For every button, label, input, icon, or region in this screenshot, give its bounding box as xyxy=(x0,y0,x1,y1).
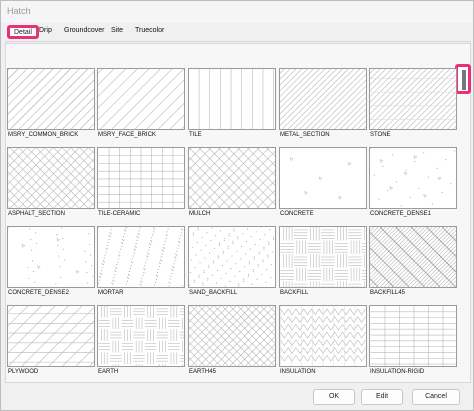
hatch-pattern-preview[interactable] xyxy=(7,305,95,367)
cancel-button[interactable]: Cancel xyxy=(412,389,460,405)
hatch-pattern-name: INSULATION-RIGID xyxy=(370,369,425,375)
tab-drip[interactable]: Drip xyxy=(39,27,52,34)
hatch-pattern-item[interactable]: SAND_BACKFILL xyxy=(188,226,276,296)
hatch-pattern-name: STONE xyxy=(370,132,391,138)
hatch-pattern-item[interactable]: BACKFILL45 xyxy=(369,226,457,296)
hatch-pattern-name: BACKFILL xyxy=(280,290,309,296)
hatch-pattern-item[interactable]: MULCH xyxy=(188,147,276,217)
hatch-pattern-name: MSRY_FACE_BRICK xyxy=(98,132,156,138)
hatch-pattern-name: EARTH45 xyxy=(189,369,216,375)
hatch-pattern-item[interactable]: BACKFILL xyxy=(279,226,367,296)
tab-groundcover[interactable]: Groundcover xyxy=(64,27,104,34)
hatch-pattern-preview[interactable] xyxy=(97,226,185,288)
hatch-pattern-item[interactable]: METAL_SECTION xyxy=(279,68,367,138)
hatch-pattern-preview[interactable] xyxy=(7,147,95,209)
hatch-pattern-name: BACKFILL45 xyxy=(370,290,406,296)
edit-button[interactable]: Edit xyxy=(361,389,403,405)
hatch-pattern-name: INSULATION xyxy=(280,369,316,375)
hatch-pattern-item[interactable]: CONCRETE_DENSE1 xyxy=(369,147,457,217)
hatch-pattern-preview[interactable] xyxy=(188,305,276,367)
hatch-pattern-preview[interactable] xyxy=(369,68,457,130)
hatch-pattern-preview[interactable] xyxy=(279,68,367,130)
hatch-pattern-item[interactable]: PLYWOOD xyxy=(7,305,95,375)
hatch-dialog: Hatch Detail Drip Groundcover Site Truec… xyxy=(0,0,474,411)
tab-site[interactable]: Site xyxy=(111,27,123,34)
hatch-pattern-preview[interactable] xyxy=(369,305,457,367)
hatch-pattern-item[interactable]: EARTH45 xyxy=(188,305,276,375)
hatch-pattern-name: ASPHALT_SECTION xyxy=(8,211,65,217)
hatch-pattern-item[interactable]: INSULATION-RIGID xyxy=(369,305,457,375)
hatch-pattern-item[interactable]: TILE xyxy=(188,68,276,138)
hatch-pattern-preview[interactable] xyxy=(369,147,457,209)
hatch-pattern-name: CONCRETE_DENSE2 xyxy=(8,290,70,296)
hatch-pattern-item[interactable]: CONCRETE xyxy=(279,147,367,217)
hatch-pattern-preview[interactable] xyxy=(188,226,276,288)
hatch-pattern-name: PLYWOOD xyxy=(8,369,39,375)
hatch-pattern-item[interactable]: STONE xyxy=(369,68,457,138)
window-title: Hatch xyxy=(7,6,31,16)
hatch-pattern-preview[interactable] xyxy=(7,68,95,130)
tab-truecolor[interactable]: Truecolor xyxy=(135,27,164,34)
title-bar: Hatch xyxy=(1,1,473,23)
hatch-pattern-preview[interactable] xyxy=(97,147,185,209)
hatch-pattern-item[interactable]: INSULATION xyxy=(279,305,367,375)
hatch-pattern-preview[interactable] xyxy=(188,147,276,209)
hatch-pattern-name: METAL_SECTION xyxy=(280,132,330,138)
hatch-pattern-preview[interactable] xyxy=(279,147,367,209)
hatch-pattern-preview[interactable] xyxy=(97,305,185,367)
hatch-pattern-name: SAND_BACKFILL xyxy=(189,290,238,296)
hatch-pattern-name: TILE xyxy=(189,132,202,138)
hatch-pattern-preview[interactable] xyxy=(279,226,367,288)
hatch-pattern-item[interactable]: MORTAR xyxy=(97,226,185,296)
hatch-pattern-name: MSRY_COMMON_BRICK xyxy=(8,132,79,138)
hatch-pattern-preview[interactable] xyxy=(369,226,457,288)
tab-detail[interactable]: Detail xyxy=(7,25,39,39)
hatch-pattern-name: TILE-CERAMIC xyxy=(98,211,141,217)
tab-bar: Detail Drip Groundcover Site Truecolor xyxy=(5,25,471,42)
hatch-pattern-preview[interactable] xyxy=(7,226,95,288)
hatch-pattern-preview[interactable] xyxy=(279,305,367,367)
hatch-pattern-preview[interactable] xyxy=(188,68,276,130)
hatch-pattern-name: EARTH xyxy=(98,369,119,375)
tab-detail-label: Detail xyxy=(14,29,32,36)
hatch-pattern-item[interactable]: TILE-CERAMIC xyxy=(97,147,185,217)
hatch-pattern-name: CONCRETE xyxy=(280,211,314,217)
hatch-pattern-item[interactable]: EARTH xyxy=(97,305,185,375)
hatch-pattern-item[interactable]: MSRY_FACE_BRICK xyxy=(97,68,185,138)
ok-button[interactable]: OK xyxy=(313,389,355,405)
scrollbar-thumb[interactable] xyxy=(455,64,471,94)
hatch-pattern-item[interactable]: CONCRETE_DENSE2 xyxy=(7,226,95,296)
hatch-pattern-name: MULCH xyxy=(189,211,211,217)
hatch-pattern-item[interactable]: MSRY_COMMON_BRICK xyxy=(7,68,95,138)
hatch-pattern-item[interactable]: ASPHALT_SECTION xyxy=(7,147,95,217)
hatch-pattern-name: CONCRETE_DENSE1 xyxy=(370,211,432,217)
hatch-pattern-name: MORTAR xyxy=(98,290,124,296)
hatch-pattern-preview[interactable] xyxy=(97,68,185,130)
